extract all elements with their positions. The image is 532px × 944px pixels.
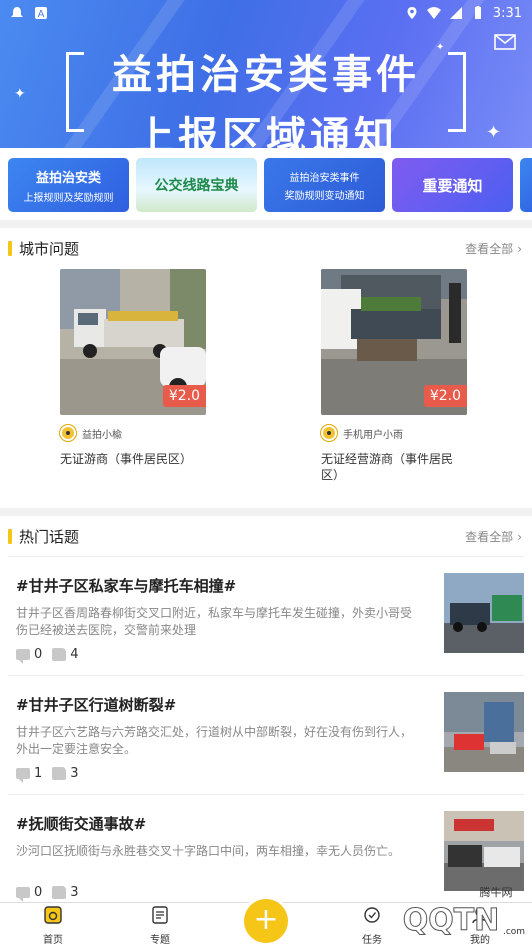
topic-thumbnail — [444, 692, 524, 772]
city-card[interactable]: ¥2.0 手机用户小雨 无证经营游商（事件居民区） — [321, 269, 467, 483]
comment-count: 0 — [34, 885, 43, 900]
reward-badge: ¥2.0 — [423, 385, 467, 407]
comment-icon — [16, 649, 30, 664]
notification-icon — [11, 7, 23, 17]
battery-icon — [474, 6, 481, 19]
topic-thumbnail — [444, 573, 524, 653]
view-all-link[interactable]: 查看全部 › — [465, 528, 522, 545]
tile-label: 益拍治安类事件 — [289, 172, 360, 184]
photo-vendor: ¥2.0 — [321, 269, 467, 415]
section-title: 热门话题 — [19, 527, 80, 546]
svg-text:A: A — [38, 9, 45, 20]
comment-icon — [16, 887, 30, 902]
like-count: 3 — [70, 766, 79, 781]
location-icon — [407, 7, 417, 19]
topic-description: 甘井子区香周路春柳街交叉口附近，私家车与摩托车发生碰撞，外卖小哥受伤已经被送去医… — [16, 606, 413, 637]
tile-security-rules[interactable]: 益拍治安类 上报规则及奖励规则 — [8, 158, 129, 212]
comment-count: 0 — [34, 647, 43, 662]
view-all-label: 查看全部 — [465, 241, 514, 256]
topic-item[interactable]: #甘井子区私家车与摩托车相撞# 甘井子区香周路春柳街交叉口附近，私家车与摩托车发… — [8, 556, 524, 675]
tile-bus-guide[interactable]: 公交线路宝典 — [136, 158, 257, 212]
like-count: 4 — [70, 647, 79, 662]
thumbs-up-icon — [52, 648, 67, 661]
user-name: 益拍小楡 — [82, 429, 122, 441]
chevron-right-icon: › — [517, 529, 522, 544]
section-accent — [8, 528, 12, 544]
tile-sublabel: 奖励规则变动通知 — [284, 190, 365, 202]
hero-title-line2: 上报区域通知 — [134, 114, 398, 148]
tile-reward-notice[interactable]: 益拍治安类事件 奖励规则变动通知 — [264, 158, 385, 212]
photo-truck: ¥2.0 — [60, 269, 206, 415]
chevron-right-icon: › — [517, 241, 522, 256]
city-card[interactable]: ¥2.0 益拍小楡 无证游商（事件居民区） — [60, 269, 206, 467]
comment-icon — [16, 768, 30, 783]
avatar — [60, 425, 76, 441]
qqtn-watermark-logo: 腾牛网 QQTN .com — [402, 885, 525, 939]
topic-title: #抚顺街交通事故# — [16, 815, 147, 833]
quick-tiles: 益拍治安类 上报规则及奖励规则 公交线路宝典 益拍治安类事件 奖励规则变动通知 … — [0, 148, 532, 220]
topic-thumbnail — [444, 811, 524, 891]
hot-topics-section: 热门话题 查看全部 › #甘井子区私家车与摩托车相撞# 甘井子区香周路春柳街交叉口… — [0, 516, 532, 906]
thumbs-up-icon — [52, 886, 67, 899]
like-count: 3 — [70, 885, 79, 900]
tile-label: 公交线路宝典 — [154, 178, 239, 194]
app-notice-icon: A — [35, 7, 47, 20]
hero-title-line1: 益拍治安类事件 — [112, 52, 420, 98]
status-bar: A 3:31 — [0, 0, 532, 26]
topic-title: #甘井子区行道树断裂# — [16, 696, 177, 714]
clock: 3:31 — [492, 5, 522, 21]
city-problems-section: 城市问题 查看全部 › ¥2.0 益拍小楡 无证游商（事件居民区） ¥2.0 手… — [0, 228, 532, 508]
svg-text:QQTN: QQTN — [403, 903, 500, 938]
reward-badge: ¥2.0 — [162, 385, 206, 407]
add-report-button[interactable]: + — [244, 899, 288, 943]
tile-label: 重要通知 — [422, 176, 483, 195]
svg-text:腾牛网: 腾牛网 — [480, 885, 513, 899]
signal-icon — [449, 7, 462, 19]
section-title: 城市问题 — [19, 239, 80, 258]
view-all-label: 查看全部 — [465, 529, 514, 544]
nav-topic[interactable]: 专题 — [130, 905, 190, 944]
view-all-link[interactable]: 查看全部 › — [465, 240, 522, 257]
topic-description: 沙河口区抚顺街与永胜巷交叉十字路口中间，两车相撞，幸无人员伤亡。 — [16, 844, 401, 858]
tile-sublabel: 上报规则及奖励规则 — [23, 192, 114, 204]
home-icon — [44, 906, 62, 924]
avatar — [321, 425, 337, 441]
topic-title: #甘井子区私家车与摩托车相撞# — [16, 577, 237, 595]
card-description: 无证游商（事件居民区） — [60, 452, 193, 466]
card-description: 无证经营游商（事件居民区） — [321, 452, 454, 482]
wifi-icon — [426, 7, 441, 19]
user-name: 手机用户小雨 — [343, 429, 403, 441]
comment-count: 1 — [34, 766, 43, 781]
tile-label: 益拍治安类 — [35, 170, 101, 186]
tile-partial[interactable] — [520, 158, 532, 212]
topic-item[interactable]: #甘井子区行道树断裂# 甘井子区六艺路与六芳路交汇处，行道树从中部断裂，好在没有… — [8, 675, 524, 794]
svg-text:.com: .com — [503, 927, 525, 937]
nav-topic-label: 专题 — [150, 935, 170, 944]
hero-banner[interactable]: A 3:31 ✦ ✦ ✦ 益拍治安类事件 上报区域通知 — [0, 0, 532, 148]
nav-home[interactable]: 首页 — [23, 905, 83, 944]
topic-description: 甘井子区六艺路与六芳路交汇处，行道树从中部断裂，好在没有伤到行人，外出一定要注意… — [16, 725, 413, 756]
tile-important-notice[interactable]: 重要通知 — [392, 158, 513, 212]
document-icon — [152, 906, 168, 924]
nav-home-label: 首页 — [43, 935, 63, 944]
thumbs-up-icon — [52, 767, 67, 780]
section-accent — [8, 240, 12, 256]
